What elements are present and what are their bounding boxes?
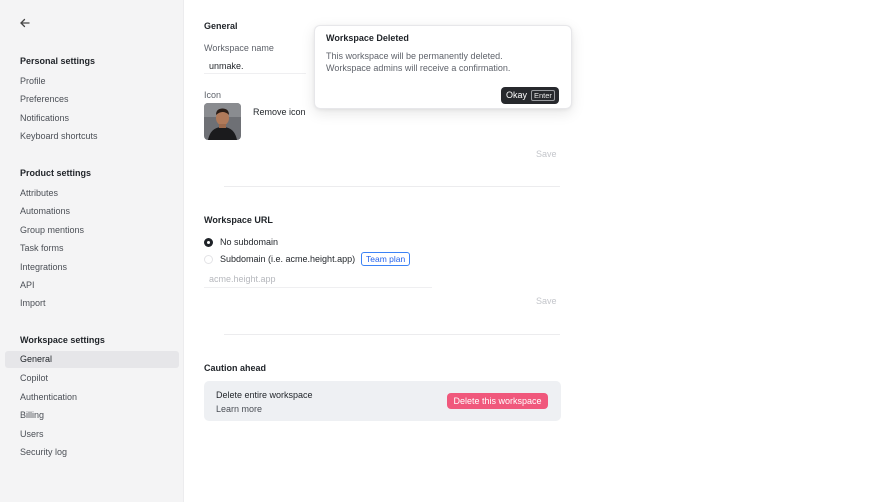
product-settings-heading: Product settings [20, 168, 92, 178]
okay-button[interactable]: Okay Enter [501, 87, 559, 104]
sidebar-item-keyboard-shortcuts[interactable]: Keyboard shortcuts [20, 131, 98, 141]
subdomain-underline [204, 287, 432, 288]
general-section-title: General [204, 21, 238, 31]
workspace-name-label: Workspace name [204, 43, 274, 53]
sidebar-item-billing[interactable]: Billing [20, 410, 44, 420]
section-divider [224, 186, 560, 187]
settings-sidebar: Personal settings Profile Preferences No… [0, 0, 184, 502]
delete-workspace-button[interactable]: Delete this workspace [447, 393, 548, 409]
general-save-button[interactable]: Save [536, 149, 557, 159]
workspace-name-underline [204, 73, 306, 74]
dialog-message-line-2: Workspace admins will receive a confirma… [326, 63, 511, 73]
icon-label: Icon [204, 90, 222, 100]
no-subdomain-radio[interactable] [204, 238, 213, 247]
sidebar-item-api[interactable]: API [20, 280, 35, 290]
remove-icon-button[interactable]: Remove icon [253, 107, 306, 117]
sidebar-item-automations[interactable]: Automations [20, 206, 70, 216]
workspace-name-input[interactable]: unmake. [209, 61, 244, 71]
sidebar-item-authentication[interactable]: Authentication [20, 392, 77, 402]
delete-workspace-title: Delete entire workspace [216, 390, 313, 400]
caution-title: Caution ahead [204, 363, 267, 373]
dialog-title: Workspace Deleted [326, 33, 409, 43]
section-divider [224, 334, 560, 335]
sidebar-item-preferences[interactable]: Preferences [20, 94, 69, 104]
sidebar-item-profile[interactable]: Profile [20, 76, 46, 86]
sidebar-item-users[interactable]: Users [20, 429, 44, 439]
workspace-url-title: Workspace URL [204, 215, 273, 225]
team-plan-badge: Team plan [361, 252, 411, 266]
subdomain-radio[interactable] [204, 255, 213, 264]
sidebar-item-task-forms[interactable]: Task forms [20, 243, 64, 253]
subdomain-label[interactable]: Subdomain (i.e. acme.height.app) [220, 254, 355, 264]
subdomain-input[interactable]: acme.height.app [209, 274, 276, 284]
okay-button-label: Okay [506, 90, 528, 100]
enter-key-hint: Enter [531, 90, 555, 101]
no-subdomain-label[interactable]: No subdomain [220, 237, 278, 247]
sidebar-item-attributes[interactable]: Attributes [20, 188, 58, 198]
workspace-avatar[interactable] [204, 103, 241, 140]
sidebar-item-notifications[interactable]: Notifications [20, 113, 69, 123]
url-save-button[interactable]: Save [536, 296, 557, 306]
sidebar-item-security-log[interactable]: Security log [20, 447, 67, 457]
sidebar-item-copilot[interactable]: Copilot [20, 373, 48, 383]
learn-more-link[interactable]: Learn more [216, 404, 262, 414]
sidebar-item-general[interactable]: General [5, 351, 179, 368]
personal-settings-heading: Personal settings [20, 56, 96, 66]
sidebar-item-integrations[interactable]: Integrations [20, 262, 67, 272]
workspace-settings-heading: Workspace settings [20, 335, 105, 345]
sidebar-item-import[interactable]: Import [20, 298, 46, 308]
dialog-message-line-1: This workspace will be permanently delet… [326, 51, 503, 61]
back-arrow-icon[interactable] [18, 16, 32, 30]
sidebar-item-group-mentions[interactable]: Group mentions [20, 225, 84, 235]
